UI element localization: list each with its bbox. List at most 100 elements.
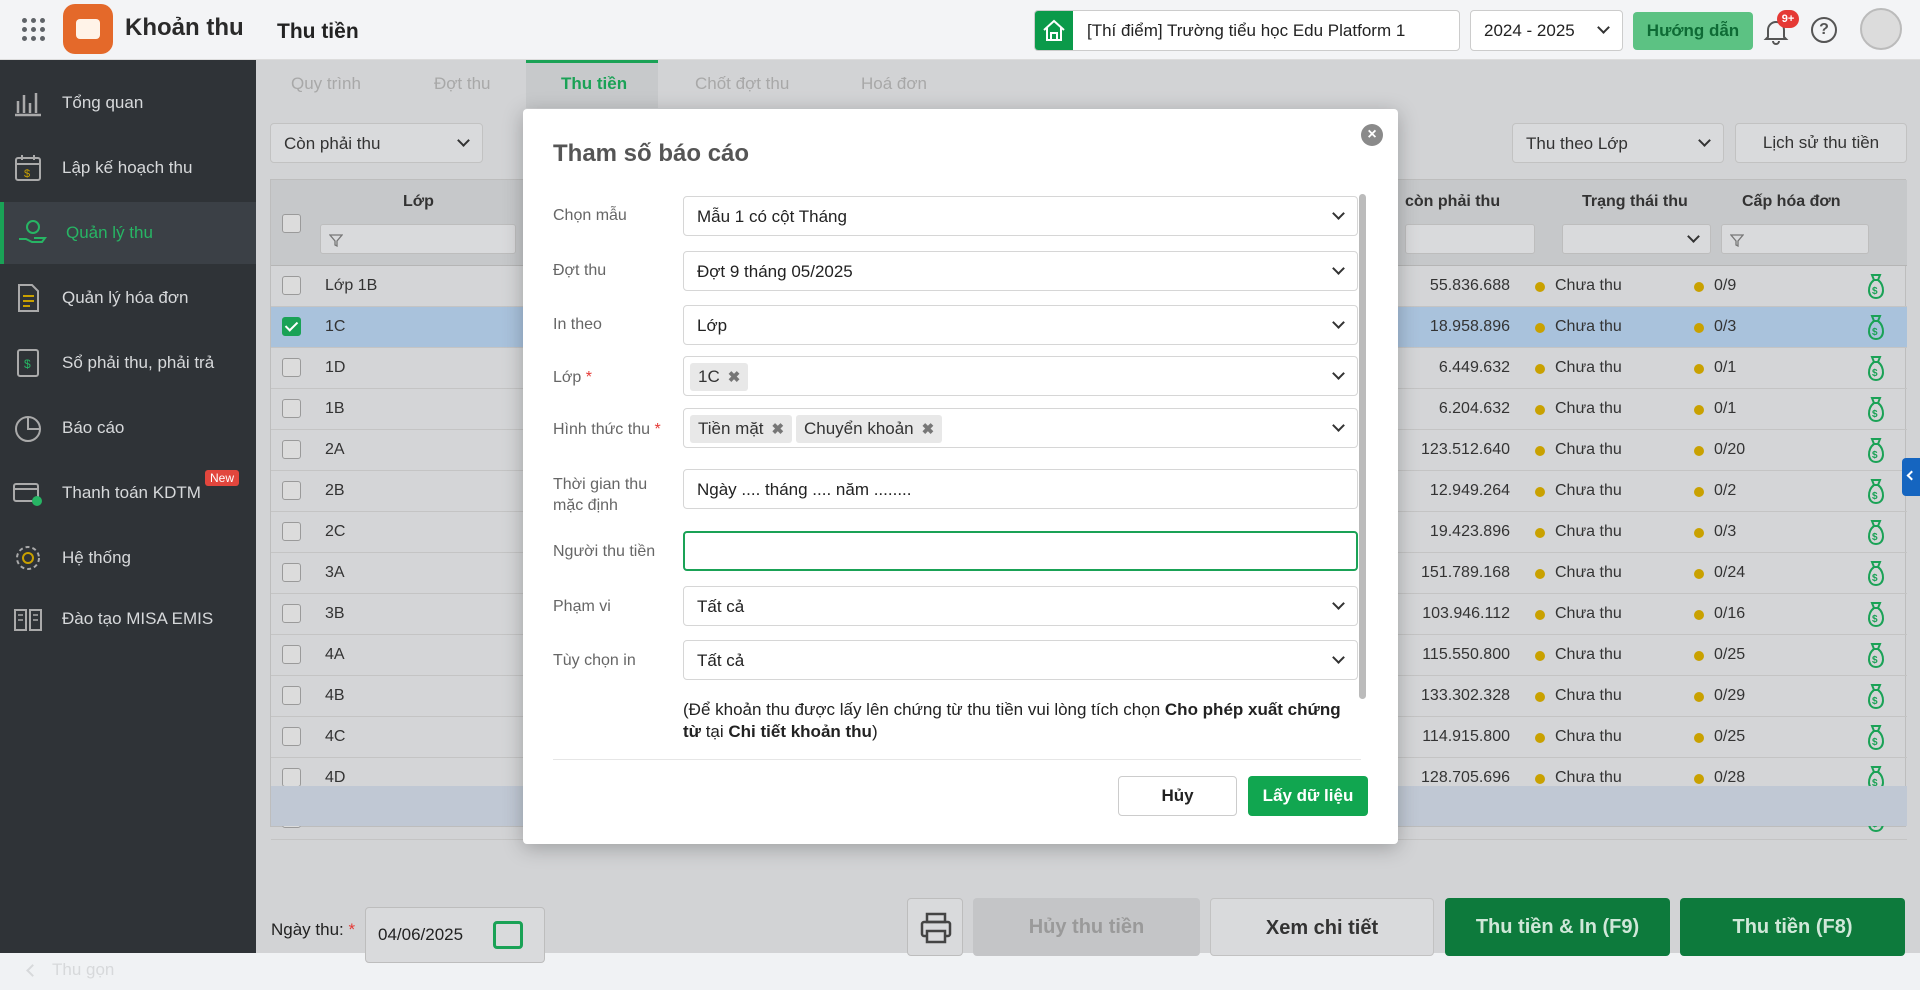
svg-text:$: $ <box>1872 532 1878 543</box>
sidebar-item-training[interactable]: Đào tạo MISA EMIS <box>0 588 256 650</box>
status-filter-select[interactable]: Còn phải thu <box>270 123 483 163</box>
row-checkbox[interactable] <box>282 727 301 746</box>
select-all-checkbox[interactable] <box>282 214 301 233</box>
default-time-input[interactable]: Ngày .... tháng .... năm ........ <box>683 469 1358 509</box>
collect-print-button[interactable]: Thu tiền & In (F9) <box>1445 898 1670 956</box>
school-selector[interactable]: [Thí điểm] Trường tiểu học Edu Platform … <box>1034 10 1460 51</box>
row-checkbox[interactable] <box>282 768 301 787</box>
row-checkbox[interactable] <box>282 399 301 418</box>
date-input[interactable]: 04/06/2025 <box>365 907 545 963</box>
print-button[interactable] <box>907 898 963 956</box>
invoice-dot <box>1694 528 1704 538</box>
collect-mode-select[interactable]: Thu theo Lớp <box>1512 123 1724 163</box>
row-checkbox[interactable] <box>282 317 301 336</box>
tab-process[interactable]: Quy trình <box>291 74 361 94</box>
side-panel-toggle[interactable] <box>1902 458 1920 496</box>
remove-chip-icon[interactable]: ✖ <box>728 369 741 386</box>
tab-invoices[interactable]: Hoá đơn <box>861 74 927 94</box>
status-filter-dropdown[interactable] <box>1562 224 1711 254</box>
print-by-select[interactable]: Lớp <box>683 305 1358 345</box>
money-bag-icon[interactable]: $ <box>1865 723 1887 751</box>
row-checkbox[interactable] <box>282 440 301 459</box>
money-bag-icon[interactable]: $ <box>1865 682 1887 710</box>
invoice-filter-input[interactable] <box>1721 224 1869 254</box>
money-bag-icon[interactable]: $ <box>1865 518 1887 546</box>
remaining-filter-input[interactable] <box>1405 224 1535 254</box>
default-time-label: Thời gian thu mặc định <box>553 476 648 514</box>
method-multiselect[interactable]: Tiền mặt ✖ Chuyển khoản ✖ <box>683 408 1358 448</box>
print-option-select[interactable]: Tất cả <box>683 640 1358 680</box>
sidebar-item-reports[interactable]: Báo cáo <box>0 397 256 459</box>
tab-collect[interactable]: Thu tiền <box>561 74 627 94</box>
row-invoice: 0/9 <box>1714 277 1737 294</box>
money-bag-icon[interactable]: $ <box>1865 641 1887 669</box>
dialog-scrollbar[interactable] <box>1359 194 1366 699</box>
sidebar-item-ledger[interactable]: $ Sổ phải thu, phải trả <box>0 332 256 394</box>
class-chip: 1C ✖ <box>690 363 749 391</box>
chevron-down-icon <box>1698 134 1711 147</box>
remove-chip-icon[interactable]: ✖ <box>772 421 785 438</box>
date-label: Ngày thu: * <box>271 920 356 939</box>
money-bag-icon[interactable]: $ <box>1865 436 1887 464</box>
class-label: Lớp * <box>553 369 592 386</box>
money-bag-icon[interactable]: $ <box>1865 559 1887 587</box>
svg-text:$: $ <box>1872 655 1878 666</box>
money-bag-icon[interactable]: $ <box>1865 354 1887 382</box>
sidebar-item-system[interactable]: Hệ thống <box>0 527 256 589</box>
template-select[interactable]: Mẫu 1 có cột Tháng <box>683 196 1358 236</box>
apps-grid-icon[interactable] <box>22 18 46 42</box>
sidebar-item-invoices[interactable]: Quản lý hóa đơn <box>0 267 256 329</box>
class-filter-input[interactable] <box>320 224 516 254</box>
row-checkbox[interactable] <box>282 522 301 541</box>
money-bag-icon[interactable]: $ <box>1865 477 1887 505</box>
row-class: 4B <box>325 687 345 704</box>
cancel-button[interactable]: Hủy <box>1118 776 1237 816</box>
row-checkbox[interactable] <box>282 358 301 377</box>
remove-chip-icon[interactable]: ✖ <box>922 421 935 438</box>
cancel-collect-button[interactable]: Hủy thu tiền <box>973 898 1200 956</box>
calendar-icon[interactable] <box>493 921 523 949</box>
help-icon[interactable]: ? <box>1811 17 1837 43</box>
school-name: [Thí điểm] Trường tiểu học Edu Platform … <box>1087 21 1406 40</box>
home-icon <box>1035 11 1073 50</box>
money-bag-icon[interactable]: $ <box>1865 600 1887 628</box>
calendar-money-icon: $ <box>15 155 41 181</box>
collector-input[interactable] <box>683 531 1358 571</box>
invoice-dot <box>1694 610 1704 620</box>
header-remaining: còn phải thu <box>1405 193 1501 210</box>
status-dot <box>1535 733 1545 743</box>
row-checkbox[interactable] <box>282 645 301 664</box>
get-data-button[interactable]: Lấy dữ liệu <box>1248 776 1368 816</box>
row-checkbox[interactable] <box>282 604 301 623</box>
sidebar-item-plan[interactable]: $ Lập kế hoạch thu <box>0 137 256 199</box>
period-select[interactable]: Đợt 9 tháng 05/2025 <box>683 251 1358 291</box>
history-button[interactable]: Lịch sử thu tiền <box>1735 123 1907 163</box>
row-invoice: 0/1 <box>1714 359 1737 376</box>
scope-select[interactable]: Tất cả <box>683 586 1358 626</box>
tab-close-period[interactable]: Chốt đợt thu <box>695 74 789 94</box>
sidebar-item-cashless[interactable]: Thanh toán KDTM New <box>0 462 256 524</box>
money-bag-icon[interactable]: $ <box>1865 395 1887 423</box>
row-checkbox[interactable] <box>282 481 301 500</box>
money-bag-icon[interactable]: $ <box>1865 313 1887 341</box>
class-multiselect[interactable]: 1C ✖ <box>683 356 1358 396</box>
row-status: Chưa thu <box>1555 646 1622 663</box>
row-checkbox[interactable] <box>282 686 301 705</box>
collect-button[interactable]: Thu tiền (F8) <box>1680 898 1905 956</box>
row-checkbox[interactable] <box>282 563 301 582</box>
method-chip-cash: Tiền mặt ✖ <box>690 415 793 443</box>
money-bag-icon[interactable]: $ <box>1865 272 1887 300</box>
sidebar-item-collect[interactable]: Quản lý thu <box>0 202 256 264</box>
close-icon[interactable]: × <box>1361 124 1383 146</box>
sidebar-item-overview[interactable]: Tổng quan <box>0 72 256 134</box>
row-invoice: 0/16 <box>1714 605 1746 622</box>
row-status: Chưa thu <box>1555 441 1622 458</box>
year-select[interactable]: 2024 - 2025 <box>1470 10 1623 51</box>
row-checkbox[interactable] <box>282 276 301 295</box>
scroll-thumb[interactable] <box>1359 194 1366 699</box>
collapse-sidebar-button[interactable]: Thu gọn <box>0 950 256 990</box>
guide-button[interactable]: Hướng dẫn <box>1633 12 1753 50</box>
tab-periods[interactable]: Đợt thu <box>434 74 491 94</box>
view-detail-button[interactable]: Xem chi tiết <box>1210 898 1434 956</box>
avatar[interactable] <box>1860 8 1902 50</box>
